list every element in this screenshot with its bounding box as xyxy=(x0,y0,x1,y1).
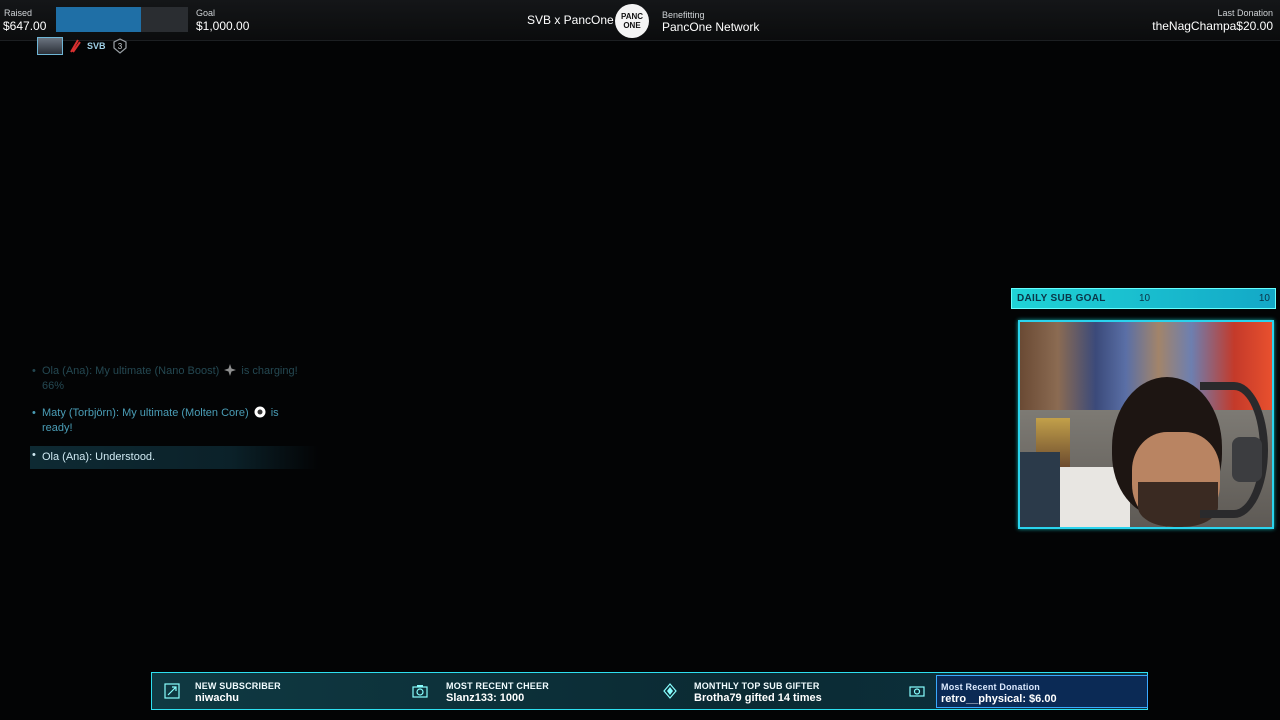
chat-text: Ola (Ana): Understood. xyxy=(42,451,156,463)
cheer-label: MOST RECENT CHEER xyxy=(446,681,549,691)
benefiting-label: Benefitting xyxy=(662,10,705,20)
raised-value: $647.00 xyxy=(3,19,47,33)
event-title: SVB x PancOne xyxy=(527,13,614,27)
hero-portrait xyxy=(37,37,63,55)
money-icon xyxy=(909,686,925,697)
headset-earcup xyxy=(1232,437,1262,482)
gifter-label: MONTHLY TOP SUB GIFTER xyxy=(694,681,820,691)
gifter-value: Brotha79 gifted 14 times xyxy=(694,692,822,704)
daily-sub-goal-bar: DAILY SUB GOAL 10 10 xyxy=(1011,288,1276,309)
chat-text: Maty (Torbjörn): My ultimate (Molten Cor… xyxy=(42,407,249,419)
logo-text: PANC ONE xyxy=(620,12,644,30)
sub-goal-target: 10 xyxy=(1258,293,1270,304)
pancone-logo: PANC ONE xyxy=(615,4,649,38)
sub-goal-current: 10 xyxy=(1139,293,1151,304)
chat-message: Ola (Ana): My ultimate (Nano Boost) is c… xyxy=(30,362,318,396)
subscriber-icon xyxy=(164,683,180,699)
donation-value: retro__physical: $6.00 xyxy=(941,693,1057,705)
raised-label: Raised xyxy=(4,8,33,18)
new-subscriber-value: niwachu xyxy=(195,692,240,704)
donation-label: Most Recent Donation xyxy=(941,682,1041,692)
new-subscriber-label: NEW SUBSCRIBER xyxy=(195,681,281,691)
rank-badge-number: 3 xyxy=(117,42,122,51)
rank-badge-icon: 3 xyxy=(112,38,127,54)
donation-progress-bar xyxy=(56,7,188,32)
donation-top-bar: Raised $647.00 Goal $1,000.00 SVB x Panc… xyxy=(0,0,1280,41)
molten-core-icon xyxy=(254,406,266,418)
donation-progress-fill xyxy=(56,7,142,32)
chat-text: Ola (Ana): My ultimate (Nano Boost) xyxy=(42,365,220,377)
chat-message: Ola (Ana): Understood. xyxy=(30,446,318,469)
most-recent-donation: Most Recent Donation retro__physical: $6… xyxy=(936,675,1148,708)
chat-message: Maty (Torbjörn): My ultimate (Molten Cor… xyxy=(30,404,318,438)
chair xyxy=(1020,452,1060,527)
player-name: SVB xyxy=(87,41,106,51)
diamond-icon xyxy=(663,683,677,699)
team-chat: Ola (Ana): My ultimate (Nano Boost) is c… xyxy=(30,362,318,477)
streamer-webcam xyxy=(1018,320,1274,529)
last-donation-value: theNagChampa$20.00 xyxy=(1152,19,1273,33)
sub-goal-label: DAILY SUB GOAL xyxy=(1017,293,1106,304)
last-donation-label: Last Donation xyxy=(1217,8,1273,18)
nano-boost-icon xyxy=(224,364,237,376)
goal-label: Goal xyxy=(196,8,216,18)
cheer-value: Slanz133: 1000 xyxy=(446,692,525,704)
camera-icon xyxy=(412,685,428,698)
elimination-icon xyxy=(70,39,81,53)
benefiting-value: PancOne Network xyxy=(662,20,760,34)
player-status-row: SVB 3 xyxy=(37,37,128,55)
stream-info-ticker: NEW SUBSCRIBER niwachu MOST RECENT CHEER… xyxy=(151,672,1148,710)
goal-value: $1,000.00 xyxy=(196,19,250,33)
